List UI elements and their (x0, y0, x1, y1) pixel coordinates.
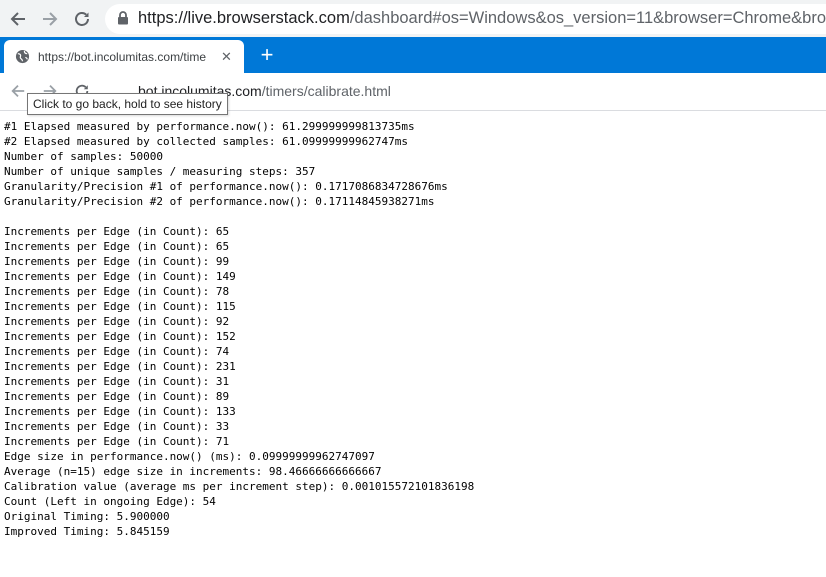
output-line: Increments per Edge (in Count): 71 (4, 435, 230, 448)
output-line: Increments per Edge (in Count): 65 (4, 240, 230, 253)
outer-url-text: https://live.browserstack.com/dashboard#… (138, 9, 826, 28)
back-tooltip: Click to go back, hold to see history (27, 93, 228, 115)
output-line: Increments per Edge (in Count): 99 (4, 255, 230, 268)
arrow-left-icon[interactable] (5, 6, 31, 32)
output-line: Original Timing: 5.900000 (4, 510, 170, 523)
tab-calibrate[interactable]: https://bot.incolumitas.com/time ✕ (4, 40, 244, 73)
output-line: Increments per Edge (in Count): 115 (4, 300, 236, 313)
output-line: Increments per Edge (in Count): 149 (4, 270, 236, 283)
output-line: Improved Timing: 5.845159 (4, 525, 170, 538)
output-line: Edge size in performance.now() (ms): 0.0… (4, 450, 375, 463)
output-line: #1 Elapsed measured by performance.now()… (4, 120, 415, 133)
globe-icon (15, 49, 30, 69)
output-line: Granularity/Precision #2 of performance.… (4, 195, 435, 208)
inner-url-path: /timers/calibrate.html (261, 83, 391, 99)
output-line: Increments per Edge (in Count): 92 (4, 315, 230, 328)
outer-browser-toolbar: https://live.browserstack.com/dashboard#… (0, 0, 826, 37)
inner-tab-strip: https://bot.incolumitas.com/time ✕ + (0, 37, 826, 73)
output-line: Increments per Edge (in Count): 74 (4, 345, 230, 358)
output-line: Granularity/Precision #1 of performance.… (4, 180, 448, 193)
output-line: Increments per Edge (in Count): 78 (4, 285, 230, 298)
outer-address-bar[interactable]: https://live.browserstack.com/dashboard#… (105, 4, 826, 34)
output-line: Increments per Edge (in Count): 33 (4, 420, 230, 433)
output-line: Increments per Edge (in Count): 65 (4, 225, 230, 238)
reload-icon[interactable] (69, 6, 95, 32)
lock-icon[interactable] (117, 11, 129, 30)
output-line: Average (n=15) edge size in increments: … (4, 465, 382, 478)
output-line: Increments per Edge (in Count): 31 (4, 375, 230, 388)
output-line: Number of unique samples / measuring ste… (4, 165, 316, 178)
output-line: Calibration value (average ms per increm… (4, 480, 475, 493)
output-line: #2 Elapsed measured by collected samples… (4, 135, 408, 148)
close-icon[interactable]: ✕ (221, 50, 232, 63)
output-line: Increments per Edge (in Count): 89 (4, 390, 230, 403)
output-line: Increments per Edge (in Count): 133 (4, 405, 236, 418)
outer-url-host: https://live.browserstack.com (138, 9, 350, 27)
arrow-right-icon[interactable] (37, 6, 63, 32)
new-tab-button[interactable]: + (256, 41, 278, 69)
tab-title: https://bot.incolumitas.com/time (38, 50, 207, 64)
output-line: Increments per Edge (in Count): 152 (4, 330, 236, 343)
output-line: Count (Left in ongoing Edge): 54 (4, 495, 216, 508)
output-line: Increments per Edge (in Count): 231 (4, 360, 236, 373)
output-line: Number of samples: 50000 (4, 150, 163, 163)
calibration-output: #1 Elapsed measured by performance.now()… (4, 119, 474, 539)
outer-url-path: /dashboard#os=Windows&os_version=11&brow… (349, 9, 826, 27)
